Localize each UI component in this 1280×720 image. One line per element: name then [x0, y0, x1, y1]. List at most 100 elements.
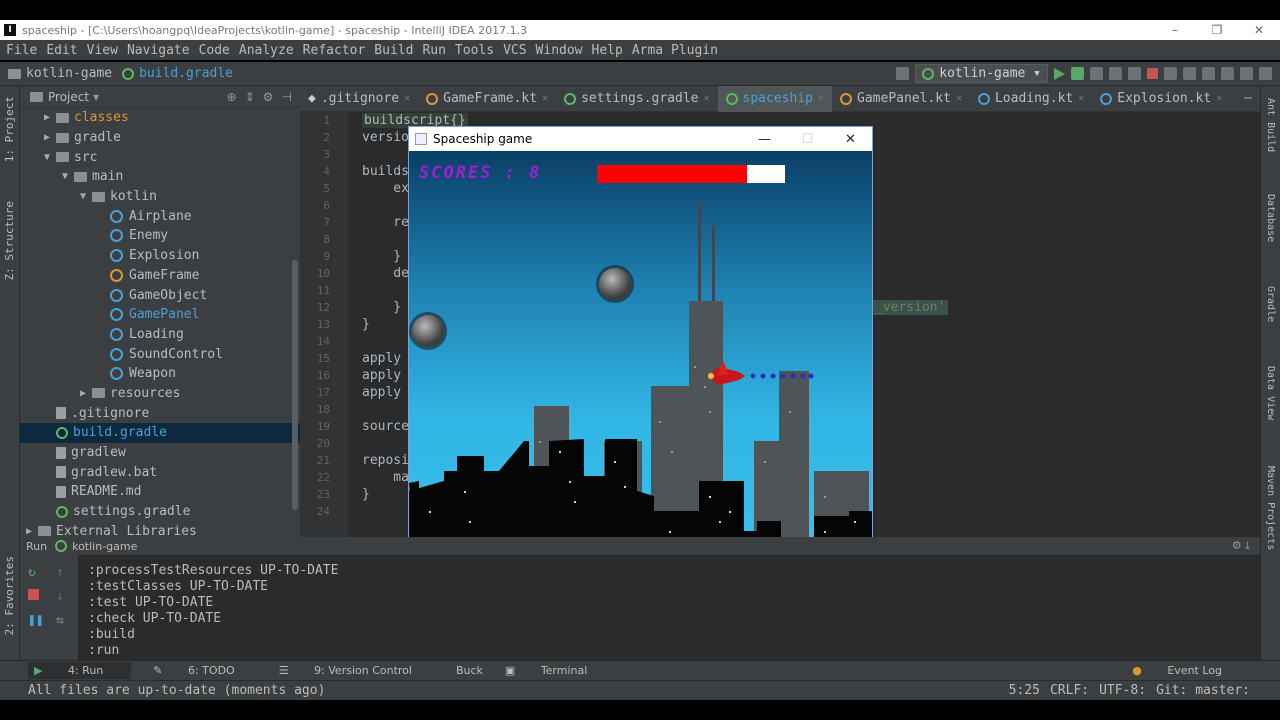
project-tree-item[interactable]: GamePanel [20, 305, 300, 325]
project-tree-item[interactable]: GameFrame [20, 266, 300, 286]
close-tab-icon[interactable]: ✕ [1078, 93, 1084, 104]
project-tree-item[interactable]: Weapon [20, 364, 300, 384]
project-tree-item[interactable]: ▼ kotlin [20, 187, 300, 207]
project-scrollbar[interactable] [292, 260, 298, 510]
tool-todo[interactable]: ✎ 6: TODO [153, 664, 256, 677]
vcs-update-icon[interactable] [1164, 67, 1177, 80]
database-tab[interactable]: Database [1265, 194, 1276, 242]
project-structure-icon[interactable] [1240, 67, 1253, 80]
build-icon[interactable] [896, 67, 910, 80]
project-tree-item[interactable]: settings.gradle [20, 502, 300, 522]
game-close-button[interactable]: ✕ [829, 132, 872, 147]
hide-icon[interactable]: ⊣ [282, 90, 292, 104]
project-tree-item[interactable]: GameObject [20, 285, 300, 305]
close-tab-icon[interactable]: ✕ [404, 93, 410, 104]
project-tree-item[interactable]: ▶ External Libraries [20, 521, 300, 537]
menu-navigate[interactable]: Navigate [127, 43, 190, 58]
scroll-up-icon[interactable]: ↑ [56, 565, 64, 580]
stop-icon[interactable] [28, 589, 39, 600]
scroll-down-icon[interactable]: ↓ [56, 589, 64, 604]
tab-gameframe[interactable]: GameFrame.kt ✕ [418, 86, 556, 112]
favorites-tool-tab[interactable]: 2: Favorites [3, 556, 16, 635]
tab-explosion[interactable]: Explosion.kt ✕ [1092, 86, 1230, 112]
structure-tool-tab[interactable]: Z: Structure [3, 201, 16, 280]
vcs-revert-icon[interactable] [1221, 67, 1234, 80]
run-icon[interactable] [1054, 67, 1065, 80]
project-tree-item[interactable]: ▶ resources [20, 384, 300, 404]
vcs-commit-icon[interactable] [1183, 67, 1196, 80]
project-tool-tab[interactable]: 1: Project [3, 96, 16, 162]
chevron-right-icon[interactable]: ▶ [44, 132, 56, 143]
close-tab-icon[interactable]: ✕ [542, 93, 548, 104]
project-tree-item[interactable]: Enemy [20, 226, 300, 246]
vcs-compare-icon[interactable] [1202, 67, 1215, 80]
rerun-icon[interactable]: ↻ [28, 565, 36, 580]
attach-icon[interactable] [1128, 67, 1141, 80]
tool-buck[interactable]: Buck [456, 664, 483, 677]
run-console-output[interactable]: :processTestResources UP-TO-DATE:testCla… [78, 555, 1260, 660]
project-panel-title[interactable]: Project [48, 90, 89, 104]
gradle-tab[interactable]: Gradle [1265, 286, 1276, 322]
tool-terminal[interactable]: ▣ Terminal [505, 664, 609, 677]
breadcrumb-project[interactable]: kotlin-game [8, 66, 112, 81]
file-encoding[interactable]: UTF-8: [1099, 683, 1146, 698]
profile-icon[interactable] [1109, 67, 1122, 80]
wrap-icon[interactable]: ⇆ [56, 613, 64, 628]
project-tree-item[interactable]: ▼ src [20, 147, 300, 167]
tab-gamepanel[interactable]: GamePanel.kt ✕ [832, 86, 970, 112]
chevron-right-icon[interactable]: ▶ [26, 526, 38, 537]
minimize-button[interactable]: – [1154, 23, 1196, 37]
stop-icon[interactable] [1147, 68, 1158, 79]
tab-settings-gradle[interactable]: settings.gradle ✕ [556, 86, 717, 112]
line-separator[interactable]: CRLF: [1050, 683, 1089, 698]
menu-refactor[interactable]: Refactor [303, 43, 366, 58]
project-tree-item[interactable]: gradlew [20, 443, 300, 463]
project-tree-item[interactable]: Explosion [20, 246, 300, 266]
chevron-down-icon[interactable]: ▼ [80, 191, 92, 202]
data-view-tab[interactable]: Data View [1265, 366, 1276, 420]
tab-gitignore[interactable]: ◆ .gitignore ✕ [300, 86, 418, 112]
gear-icon[interactable]: ⚙ [263, 90, 274, 104]
menu-tools[interactable]: Tools [455, 43, 494, 58]
project-tree-item[interactable]: .gitignore [20, 403, 300, 423]
tab-loading[interactable]: Loading.kt ✕ [970, 86, 1092, 112]
close-tab-icon[interactable]: ✕ [704, 93, 710, 104]
tool-run[interactable]: ▶ 4: Run [28, 662, 132, 679]
menu-help[interactable]: Help [592, 43, 623, 58]
menu-edit[interactable]: Edit [46, 43, 77, 58]
project-tree-item[interactable]: Airplane [20, 206, 300, 226]
tab-spaceship[interactable]: spaceship ✕ [717, 85, 833, 112]
tool-event-log[interactable]: ● Event Log [1132, 664, 1244, 677]
close-tab-icon[interactable]: ✕ [818, 93, 824, 104]
chevron-right-icon[interactable]: ▶ [80, 388, 92, 399]
project-tree-item[interactable]: ▼ main [20, 167, 300, 187]
chevron-down-icon[interactable]: ▼ [62, 171, 74, 182]
menu-code[interactable]: Code [199, 43, 230, 58]
breadcrumb-file[interactable]: build.gradle [122, 66, 233, 81]
pause-icon[interactable]: ❚❚ [28, 613, 44, 628]
caret-position[interactable]: 5:25 [1009, 683, 1040, 698]
chevron-right-icon[interactable]: ▶ [44, 112, 56, 123]
maximize-button[interactable]: ❐ [1196, 23, 1238, 37]
collapse-icon[interactable]: ⇕ [245, 90, 255, 104]
tab-list-icon[interactable]: ⋯ [1244, 91, 1260, 106]
menu-window[interactable]: Window [536, 43, 583, 58]
menu-build[interactable]: Build [374, 43, 413, 58]
game-minimize-button[interactable]: — [743, 132, 786, 147]
ant-build-tab[interactable]: Ant Build [1265, 98, 1276, 152]
menu-arma-plugin[interactable]: Arma Plugin [632, 43, 718, 58]
menu-file[interactable]: File [6, 43, 37, 58]
menu-analyze[interactable]: Analyze [239, 43, 294, 58]
tool-version-control[interactable]: ☰ 9: Version Control [279, 664, 434, 677]
run-config-select[interactable]: kotlin-game ▾ [915, 64, 1048, 83]
search-icon[interactable] [1259, 67, 1272, 80]
coverage-icon[interactable] [1090, 67, 1103, 80]
project-tree-item[interactable]: SoundControl [20, 344, 300, 364]
gear-icon[interactable]: ⚙ ⤓ [1232, 539, 1260, 553]
project-tree-item[interactable]: gradlew.bat [20, 462, 300, 482]
project-tree-item[interactable]: README.md [20, 482, 300, 502]
project-tree-item[interactable]: build.gradle [20, 423, 300, 443]
sync-icon[interactable]: ⊕ [227, 90, 237, 104]
close-tab-icon[interactable]: ✕ [956, 93, 962, 104]
chevron-down-icon[interactable]: ▾ [93, 90, 99, 104]
